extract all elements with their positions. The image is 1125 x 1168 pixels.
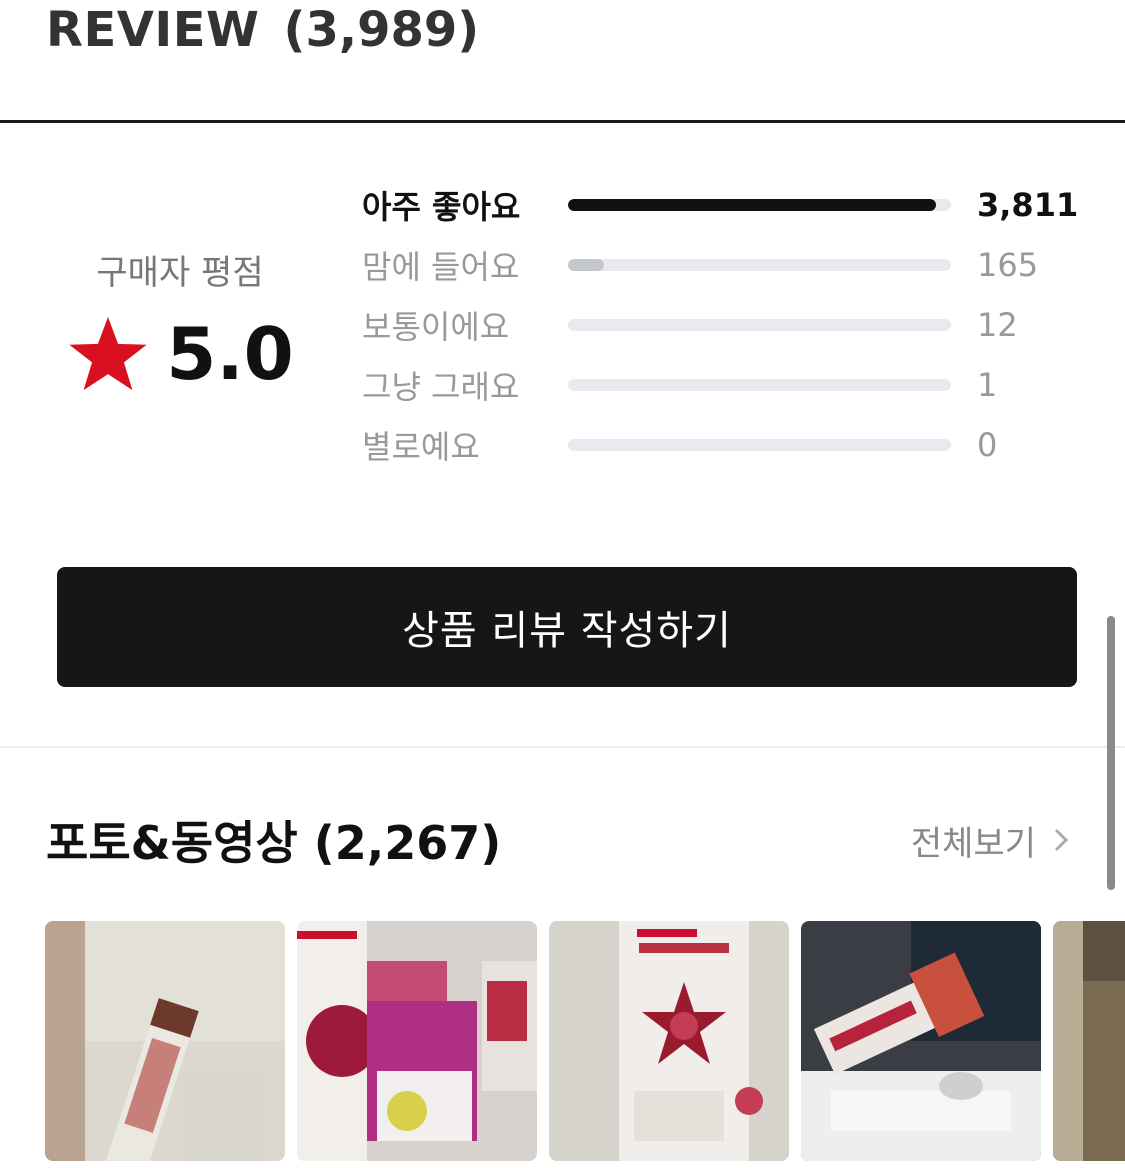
rating-label: 구매자 평점 (96, 253, 264, 293)
photo-section-header: 포토&동영상 (2,267) 전체보기 (46, 808, 1076, 872)
rating-distribution-label: 별로예요 (362, 428, 480, 466)
rating-distribution-bar (568, 259, 951, 271)
section-divider (0, 746, 1125, 748)
photo-thumbnail[interactable] (45, 921, 285, 1161)
rating-score: 5.0 (166, 312, 294, 396)
rating-distribution-count: 1 (977, 366, 998, 404)
review-count: (3,989) (283, 2, 480, 58)
rating-distribution-row: 별로예요 0 (362, 425, 998, 466)
photo-thumbnail[interactable] (801, 921, 1041, 1161)
review-header: REVIEW (3,989) (46, 0, 479, 60)
rating-distribution-label: 아주 좋아요 (362, 188, 521, 226)
rating-distribution-bar (568, 379, 951, 391)
rating-distribution-row: 아주 좋아요 3,811 (362, 185, 1079, 226)
rating-distribution-row: 맘에 들어요 165 (362, 245, 1039, 286)
rating-score-row: 5.0 (60, 312, 300, 396)
view-all-link[interactable]: 전체보기 (911, 816, 1076, 865)
rating-distribution-label: 그냥 그래요 (362, 368, 520, 406)
photo-thumbnail[interactable] (549, 921, 789, 1161)
rating-distribution-count: 12 (977, 306, 1018, 344)
rating-distribution-count: 3,811 (977, 186, 1079, 224)
view-all-label: 전체보기 (910, 823, 1036, 864)
rating-distribution-row: 그냥 그래요 1 (362, 365, 998, 406)
rating-summary: 구매자 평점 5.0 (60, 245, 300, 396)
rating-distribution-fill (568, 259, 605, 271)
header-divider (0, 120, 1125, 123)
write-review-button[interactable]: 상품 리뷰 작성하기 (57, 567, 1077, 687)
rating-distribution-bar (568, 439, 951, 451)
rating-distribution-count: 165 (977, 246, 1039, 284)
rating-distribution-label: 맘에 들어요 (362, 248, 520, 286)
photo-section-title: 포토&동영상 (2,267) (46, 816, 502, 870)
rating-distribution-label: 보통이에요 (362, 308, 510, 346)
rating-distribution-fill (568, 199, 936, 211)
scrollbar[interactable] (1107, 616, 1115, 890)
review-title: REVIEW (46, 2, 260, 58)
star-icon (66, 312, 150, 396)
rating-distribution-bar (568, 199, 951, 211)
rating-distribution-count: 0 (977, 426, 998, 464)
chevron-right-icon (1054, 828, 1069, 852)
rating-distribution-row: 보통이에요 12 (362, 305, 1018, 346)
rating-distribution-bar (568, 319, 951, 331)
photo-thumbnail[interactable] (297, 921, 537, 1161)
photo-thumbnail[interactable] (1053, 921, 1125, 1161)
